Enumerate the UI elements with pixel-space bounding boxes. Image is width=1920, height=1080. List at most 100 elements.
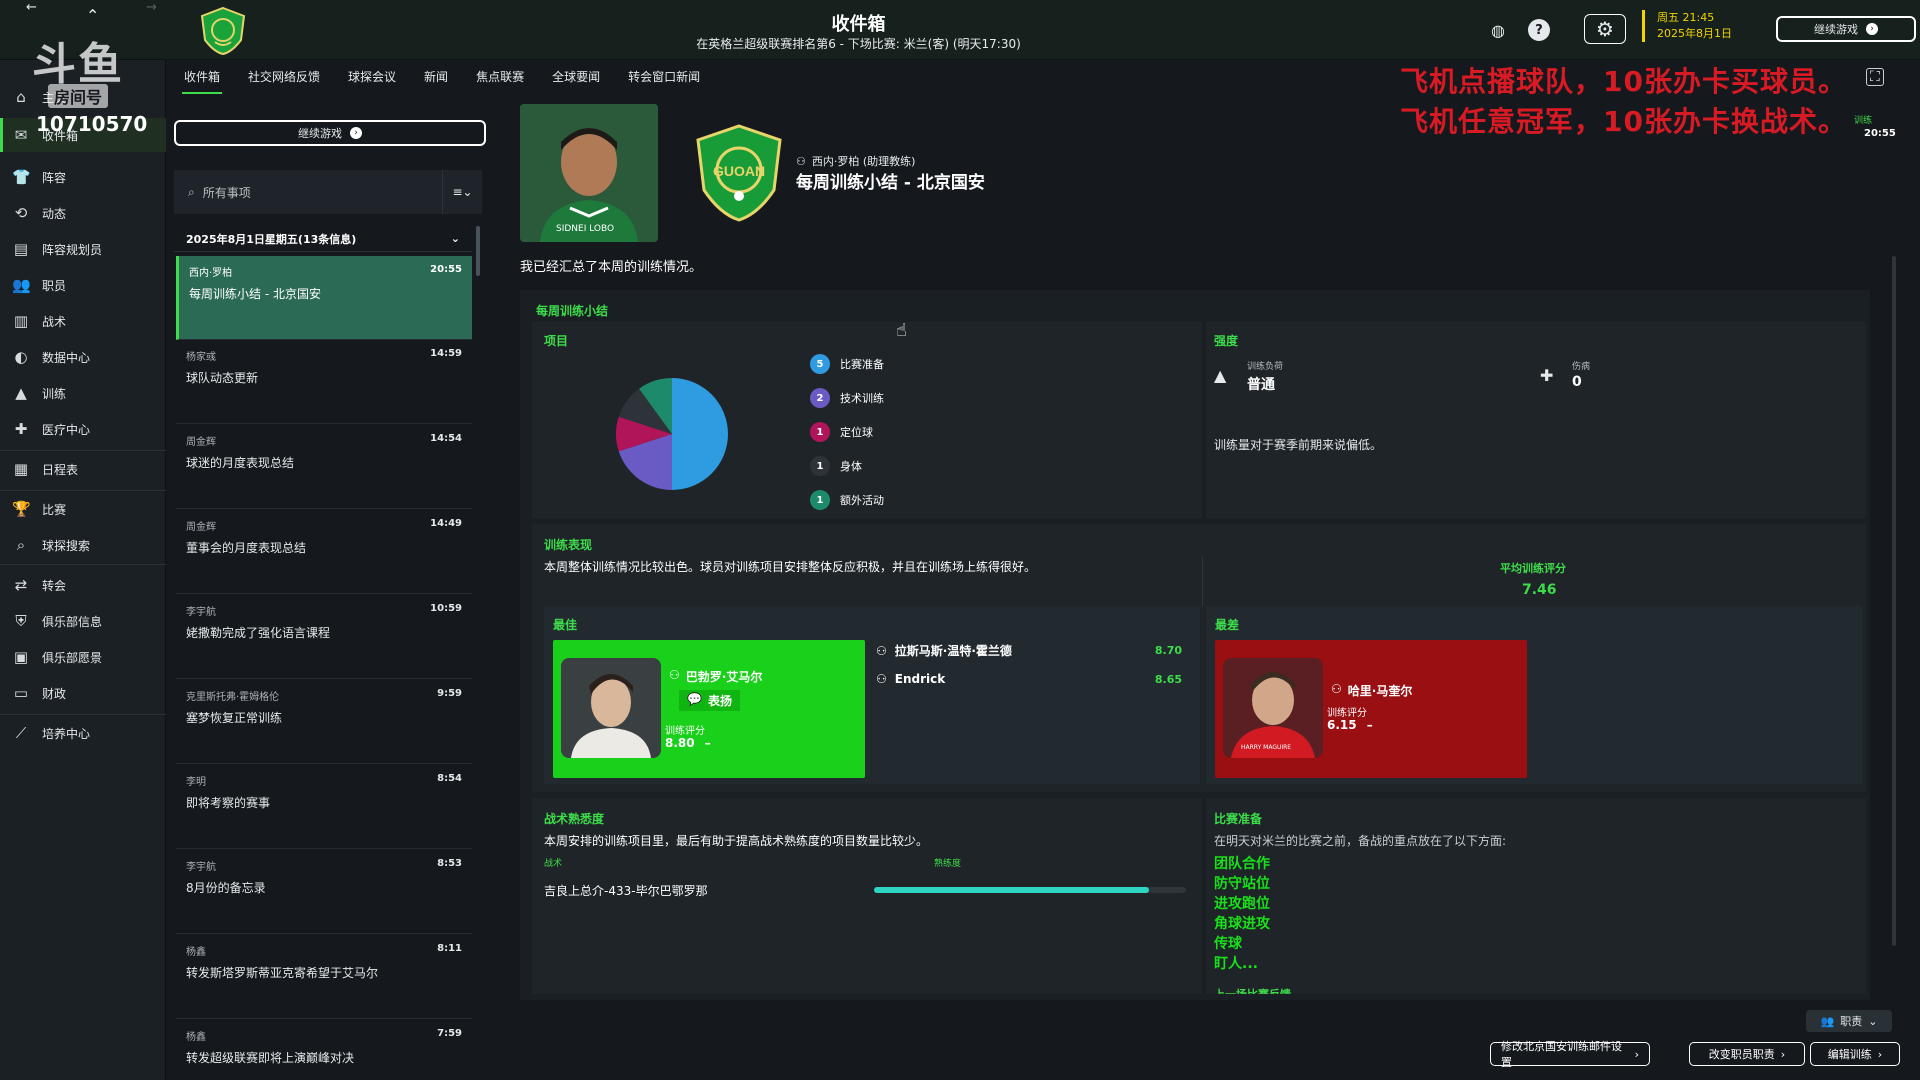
sidebar-item-tactics[interactable]: ▥ 战术	[0, 304, 166, 338]
message-time: 8:54	[437, 773, 462, 784]
best-player-name-row[interactable]: ⚇ 巴勃罗·艾马尔	[669, 668, 762, 685]
tab-news[interactable]: 新闻	[410, 62, 462, 94]
legend-item: 1 额外活动	[810, 490, 884, 510]
message-sender: 李宇航	[186, 862, 216, 873]
sidebar-item-finances[interactable]: ▭ 财政	[0, 676, 166, 710]
worst-player-photo: HARRY MAGUIRE	[1223, 658, 1323, 758]
shield-icon: ⛨	[15, 612, 27, 630]
person-icon: ⚇	[796, 154, 806, 168]
runner-up-row[interactable]: ⚇ 拉斯马斯·温特·霍兰德 8.70	[876, 642, 1182, 659]
sidebar-item-development[interactable]: ⟋ 培养中心	[0, 716, 166, 750]
inbox-scrollbar[interactable]	[476, 226, 480, 276]
filter-menu-icon[interactable]: ≡⌄	[442, 170, 482, 214]
settings-gear-icon[interactable]: ⚙	[1584, 14, 1626, 44]
tab-social-feedback[interactable]: 社交网络反馈	[234, 62, 334, 94]
message-time: 14:49	[430, 518, 462, 529]
sidebar-item-schedule[interactable]: ▦ 日程表	[0, 452, 166, 486]
tab-world-news[interactable]: 全球要闻	[538, 62, 614, 94]
corner-clock-label: 训练	[1854, 116, 1873, 126]
inbox-message-item[interactable]: 杨鑫 8:11 转发斯塔罗斯蒂亚克寄希望于艾马尔	[176, 935, 472, 1019]
message-subject: 转发斯塔罗斯蒂亚克寄希望于艾马尔	[186, 966, 379, 980]
inbox-message-item[interactable]: 周金辉 14:49 董事会的月度表现总结	[176, 510, 472, 594]
tactic-name[interactable]: 吉良上总介-433-毕尔巴鄂罗那	[544, 882, 708, 899]
tab-focus-league[interactable]: 焦点联赛	[462, 62, 538, 94]
sidebar-item-transfers[interactable]: ⇄ 转会	[0, 568, 166, 602]
praise-button[interactable]: 💬 表扬	[679, 690, 740, 711]
sidebar-item-medical[interactable]: ✚ 医疗中心	[0, 412, 166, 446]
sidebar-item-data-hub[interactable]: ◐ 数据中心	[0, 340, 166, 374]
modify-email-settings-button[interactable]: 修改北京国安训练邮件设置 ›	[1490, 1040, 1650, 1069]
message-subject: 即将考察的赛事	[186, 796, 271, 810]
inbox-message-item[interactable]: 杨家彧 14:59 球队动态更新	[176, 340, 472, 424]
performance-divider	[1202, 556, 1203, 606]
douyu-room-id: 10710570	[36, 112, 148, 136]
intensity-panel	[1206, 322, 1866, 518]
help-icon[interactable]: ?	[1528, 19, 1550, 41]
inbox-message-item[interactable]: 西内·罗柏 20:55 每周训练小结 - 北京国安	[176, 256, 472, 340]
legend-label: 定位球	[840, 426, 873, 439]
corner-clock-time: 20:55	[1864, 128, 1896, 139]
role-dropdown[interactable]: 👥 职责 ⌄	[1806, 1010, 1892, 1032]
chevron-right-icon: ›	[1780, 1047, 1786, 1061]
runner-up-row[interactable]: ⚇ Endrick 8.65	[876, 672, 1182, 686]
home-icon: ⌂	[16, 88, 26, 106]
edit-training-button[interactable]: 编辑训练 ›	[1810, 1042, 1900, 1066]
tactics-icon: ▥	[13, 312, 29, 330]
message-subject: 球队动态更新	[186, 371, 259, 385]
message-subject: 每周训练小结 - 北京国安	[189, 287, 321, 301]
message-sender: 周金辉	[186, 522, 216, 533]
message-subject: 球迷的月度表现总结	[186, 456, 295, 470]
screenshot-icon[interactable]: ⛶	[1866, 68, 1884, 86]
tab-transfer-window-news[interactable]: 转会窗口新闻	[614, 62, 714, 94]
worst-player-card[interactable]: HARRY MAGUIRE ⚇ 哈里·马奎尔 训练评分 6.15 –	[1215, 640, 1527, 778]
change-staff-duty-button[interactable]: 改变职员职责 ›	[1689, 1042, 1805, 1066]
tab-inbox[interactable]: 收件箱	[170, 62, 234, 94]
familiarity-bar-track	[874, 887, 1186, 893]
sidebar-item-label: 比赛	[42, 502, 67, 517]
sidebar-item-staff[interactable]: 👥 职员	[0, 268, 166, 302]
inbox-continue-button[interactable]: 继续游戏 ›	[174, 120, 486, 146]
player-portrait-icon	[561, 658, 661, 758]
legend-item: 2 技术训练	[810, 388, 884, 408]
sidebar-item-scouting[interactable]: ⌕ 球探搜索	[0, 528, 166, 562]
inbox-message-item[interactable]: 李宇航 8:53 8月份的备忘录	[176, 850, 472, 934]
items-title: 项目	[544, 334, 569, 348]
worst-player-name-row[interactable]: ⚇ 哈里·马奎尔	[1331, 682, 1412, 699]
training-load-icon: ▲	[1214, 366, 1227, 385]
inbox-search-input[interactable]: ⌕ 所有事项	[174, 170, 442, 214]
continue-game-button[interactable]: 继续游戏 ›	[1776, 16, 1916, 42]
performance-text: 本周整体训练情况比较出色。球员对训练项目安排整体反应积极，并且在训练场上练得很好…	[544, 560, 1037, 574]
sidebar-item-label: 职员	[42, 278, 67, 293]
best-player-card[interactable]: ⚇ 巴勃罗·艾马尔 💬 表扬 训练评分 8.80 –	[553, 640, 865, 778]
staff-icon: 👥	[1820, 1014, 1835, 1028]
continue-game-label: 继续游戏	[298, 127, 342, 140]
inbox-date-header[interactable]: 2025年8月1日星期五(13条信息) ⌄	[174, 226, 472, 252]
sidebar-item-training[interactable]: ▲ 训练	[0, 376, 166, 410]
sidebar-divider	[0, 714, 166, 715]
sidebar-item-dynamics[interactable]: ⟲ 动态	[0, 196, 166, 230]
tab-scout-meeting[interactable]: 球探会议	[334, 62, 410, 94]
inbox-message-item[interactable]: 克里斯托弗·霍姆格伦 9:59 塞梦恢复正常训练	[176, 680, 472, 764]
inbox-message-item[interactable]: 李宇航 10:59 姥撒勒完成了强化语言课程	[176, 595, 472, 679]
sidebar-item-squad[interactable]: 👕 阵容	[0, 160, 166, 194]
inbox-message-item[interactable]: 周金辉 14:54 球迷的月度表现总结	[176, 425, 472, 509]
sidebar-item-label: 日程表	[42, 462, 79, 477]
inbox-message-item[interactable]: 杨鑫 7:59 转发超级联赛即将上演巅峰对决	[176, 1020, 472, 1080]
globe-icon[interactable]: ◍	[1484, 16, 1512, 44]
sidebar-item-club-info[interactable]: ⛨ 俱乐部信息	[0, 604, 166, 638]
game-date: 周五 21:45 2025年8月1日	[1642, 10, 1732, 42]
inbox-message-item[interactable]: 李明 8:54 即将考察的赛事	[176, 765, 472, 849]
search-icon: ⌕	[188, 184, 195, 199]
person-icon: ⚇	[1331, 682, 1342, 696]
report-scrollbar[interactable]	[1892, 256, 1896, 946]
sidebar-item-competitions[interactable]: 🏆 比赛	[0, 492, 166, 526]
sidebar-item-club-vision[interactable]: ▣ 俱乐部愿景	[0, 640, 166, 674]
message-sender: 克里斯托弗·霍姆格伦	[186, 692, 280, 703]
familiarity-bar-fill	[874, 887, 1149, 893]
club-crest-icon: GUOAN	[696, 124, 782, 222]
message-sender-line[interactable]: ⚇ 西内·罗柏 (助理教练)	[796, 153, 915, 169]
player-portrait-icon	[1223, 658, 1323, 758]
sidebar-divider	[0, 490, 166, 491]
sidebar-item-squad-planner[interactable]: ▤ 阵容规划员	[0, 232, 166, 266]
sidebar-item-label: 医疗中心	[42, 422, 91, 437]
